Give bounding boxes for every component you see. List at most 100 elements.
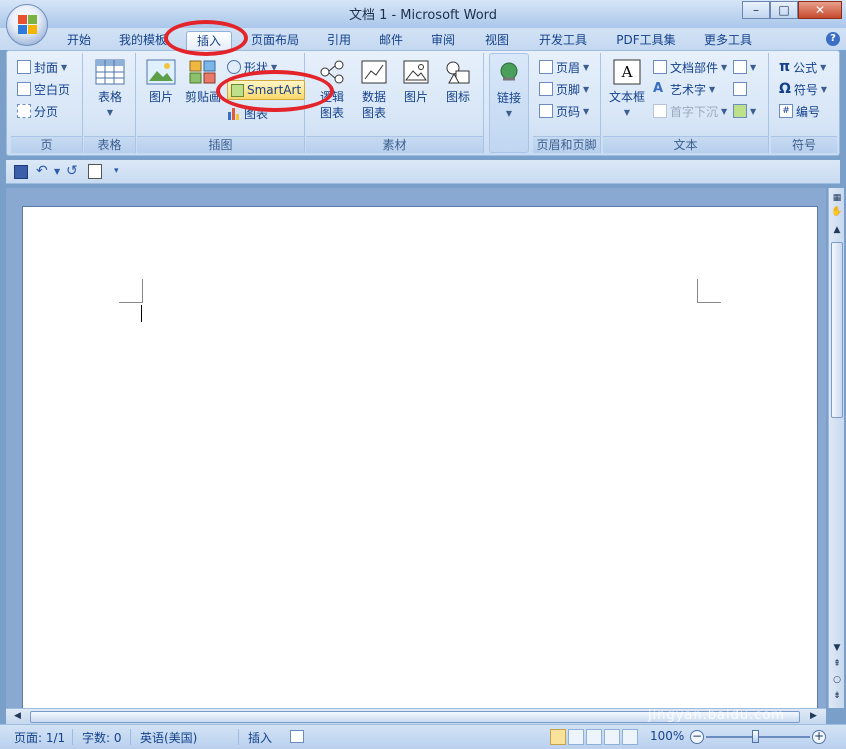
vertical-scrollbar[interactable]: ▦ ✋ ▲ ▼ ⇞ ○ ⇟ (828, 188, 844, 708)
office-logo-icon (18, 15, 38, 35)
clip-art-button[interactable]: 剪贴画 (183, 59, 223, 105)
window-controls: – □ ✕ (742, 1, 842, 19)
header-button[interactable]: 页眉 ▼ (539, 57, 589, 77)
cover-page-button[interactable]: 封面 ▼ (17, 57, 67, 77)
equation-button[interactable]: π 公式 ▼ (779, 57, 826, 77)
tab-pdf-tools[interactable]: PDF工具集 (610, 31, 682, 50)
table-button[interactable]: 表格 ▼ (90, 59, 130, 121)
header-icon (539, 60, 553, 74)
redo-icon[interactable]: ↺ (66, 163, 78, 179)
undo-icon[interactable]: ↶ (36, 163, 48, 179)
dropdown-arrow-icon: ▼ (271, 62, 278, 72)
full-screen-reading-view-icon[interactable] (568, 729, 584, 745)
object-button[interactable]: ▼ (733, 101, 756, 121)
language-status[interactable]: 英语(美国) (140, 729, 197, 746)
dropdown-arrow-icon: ▼ (750, 62, 757, 72)
tab-developer[interactable]: 开发工具 (530, 31, 596, 50)
picture-button[interactable]: 图片 (141, 59, 181, 105)
macro-record-icon[interactable] (290, 730, 304, 743)
picture-icon (146, 59, 176, 87)
status-bar: 页面: 1/1 字数: 0 英语(美国) 插入 100% − + (0, 724, 846, 749)
pan-hand-icon[interactable]: ✋ (831, 206, 843, 218)
chart-icon (227, 106, 241, 120)
office-button[interactable] (6, 4, 48, 46)
drop-cap-button[interactable]: 首字下沉 ▼ (653, 101, 727, 121)
tab-references[interactable]: 引用 (320, 31, 358, 50)
zoom-slider-knob[interactable] (752, 730, 759, 743)
scroll-down-icon[interactable]: ▼ (831, 642, 843, 654)
wordart-button[interactable]: A 艺术字 ▼ (653, 79, 715, 99)
tab-home[interactable]: 开始 (60, 31, 98, 50)
shapes-icon (227, 60, 241, 74)
zoom-level[interactable]: 100% (650, 729, 684, 743)
dropdown-arrow-icon: ▼ (583, 62, 590, 72)
zoom-in-icon[interactable]: + (812, 730, 826, 744)
shapes-triangle-icon (443, 59, 473, 87)
document-area (6, 188, 826, 716)
help-icon[interactable]: ? (826, 32, 840, 46)
previous-page-icon[interactable]: ⇞ (831, 658, 843, 670)
tab-mailings[interactable]: 邮件 (372, 31, 410, 50)
tab-review[interactable]: 审阅 (424, 31, 462, 50)
material-picture-button[interactable]: 图片 (396, 59, 436, 105)
ruler-toggle-icon[interactable]: ▦ (831, 192, 843, 204)
shapes-button[interactable]: 形状 ▼ (227, 57, 277, 77)
minimize-button[interactable]: – (742, 1, 770, 19)
page-number-button[interactable]: 页码 ▼ (539, 101, 589, 121)
smartart-button[interactable]: SmartArt (227, 80, 306, 100)
tab-page-layout[interactable]: 页面布局 (244, 31, 306, 50)
tab-view[interactable]: 视图 (478, 31, 516, 50)
print-preview-icon[interactable] (88, 164, 102, 179)
page-number-icon (539, 104, 553, 118)
drop-cap-icon (653, 104, 667, 118)
date-time-button[interactable] (733, 79, 747, 99)
web-layout-view-icon[interactable] (586, 729, 602, 745)
material-icon-button[interactable]: 图标 (438, 59, 478, 105)
save-icon[interactable] (14, 165, 28, 179)
links-button[interactable]: 链接 ▼ (490, 60, 528, 122)
chart-button[interactable]: 图表 (227, 103, 268, 123)
word-count-status[interactable]: 字数: 0 (82, 729, 122, 746)
print-layout-view-icon[interactable] (550, 729, 566, 745)
dropdown-arrow-icon: ▼ (709, 84, 716, 94)
quick-access-toolbar: ↶ ▼ ↺ ▾ (6, 160, 840, 184)
page-count-status[interactable]: 页面: 1/1 (14, 729, 65, 746)
dropdown-arrow-icon: ▼ (820, 84, 828, 94)
blank-page-button[interactable]: 空白页 (17, 79, 70, 99)
vertical-scroll-thumb[interactable] (831, 242, 843, 418)
zoom-out-icon[interactable]: − (690, 730, 704, 744)
tab-more-tools[interactable]: 更多工具 (696, 31, 760, 50)
scroll-right-icon[interactable]: ▶ (810, 711, 817, 721)
document-page[interactable] (22, 206, 818, 716)
text-box-button[interactable]: A 文本框 ▼ (607, 59, 647, 121)
logic-chart-button[interactable]: 逻辑 图表 (312, 59, 352, 121)
data-chart-button[interactable]: 数据 图表 (354, 59, 394, 121)
maximize-button[interactable]: □ (770, 1, 798, 19)
close-button[interactable]: ✕ (798, 1, 842, 19)
numbering-button[interactable]: # 编号 (779, 101, 820, 121)
footer-button[interactable]: 页脚 ▼ (539, 79, 589, 99)
page-break-button[interactable]: 分页 (17, 101, 58, 121)
customize-qat-icon[interactable]: ▾ (114, 166, 119, 176)
insert-mode-status[interactable]: 插入 (248, 729, 272, 746)
quick-parts-icon (653, 60, 667, 74)
quick-parts-button[interactable]: 文档部件 ▼ (653, 57, 727, 77)
svg-text:A: A (621, 63, 633, 81)
numbering-icon: # (779, 104, 793, 118)
status-divider (238, 729, 239, 745)
scroll-up-icon[interactable]: ▲ (831, 224, 843, 236)
data-chart-icon (359, 59, 389, 87)
group-label-tables: 表格 (84, 136, 135, 153)
outline-view-icon[interactable] (604, 729, 620, 745)
tab-my-templates[interactable]: 我的模板 (112, 31, 174, 50)
draft-view-icon[interactable] (622, 729, 638, 745)
group-links: 链接 ▼ (489, 53, 529, 153)
symbol-button[interactable]: Ω 符号 ▼ (779, 79, 827, 99)
browse-object-icon[interactable]: ○ (831, 674, 843, 686)
next-page-icon[interactable]: ⇟ (831, 690, 843, 702)
tab-insert[interactable]: 插入 (186, 31, 232, 50)
dropdown-arrow-icon[interactable]: ▼ (54, 167, 60, 176)
signature-line-button[interactable]: ▼ (733, 57, 756, 77)
scroll-left-icon[interactable]: ◀ (14, 711, 21, 721)
group-text: A 文本框 ▼ 文档部件 ▼ A 艺术字 ▼ 首字下沉 ▼ ▼ ▼ 文本 (603, 53, 769, 153)
